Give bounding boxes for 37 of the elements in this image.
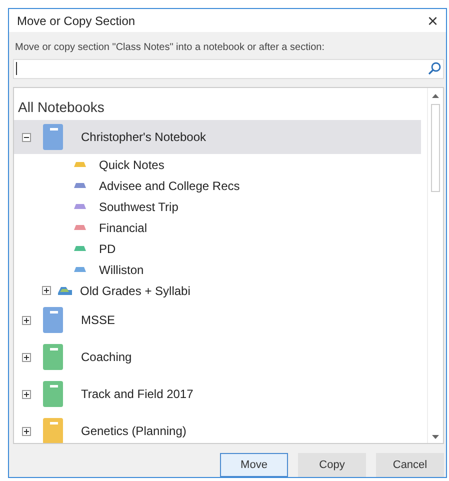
dialog-button[interactable]: Cancel [376,453,444,477]
scroll-down-icon[interactable] [432,435,439,439]
notebook-icon [43,307,63,333]
dialog-button[interactable]: Move [220,453,288,477]
search-icon [428,62,441,75]
notebook-item[interactable]: MSSE [14,303,421,337]
notebook-icon [43,381,63,407]
expand-icon[interactable] [22,426,31,436]
section-item[interactable]: Financial [14,217,421,238]
close-button[interactable]: × [419,10,446,30]
section-group-item[interactable]: Old Grades + Syllabi [14,280,421,301]
text-cursor [16,62,17,75]
section-group-icon [58,286,72,295]
window-title: Move or Copy Section [17,14,136,28]
notebook-item[interactable]: Genetics (Planning) [14,414,421,443]
expand-icon[interactable] [22,316,31,324]
notebook-item[interactable]: Christopher's Notebook [14,120,421,154]
expand-icon[interactable] [22,352,31,362]
section-item[interactable]: PD [14,238,421,259]
dialog-button[interactable]: Copy [298,453,366,477]
instruction-text: Move or copy section "Class Notes" into a notebook or after a section: [15,42,326,53]
search-field[interactable] [13,59,444,79]
section-item[interactable]: Quick Notes [14,154,421,175]
list-heading: All Notebooks [18,99,106,117]
section-item[interactable]: Advisee and College Recs [14,175,421,196]
notebook-icon [43,344,63,370]
notebook-item[interactable]: Track and Field 2017 [14,377,421,411]
section-item[interactable]: Williston [14,259,421,280]
scrollbar[interactable] [427,88,443,443]
scroll-up-icon[interactable] [432,94,439,98]
notebook-item[interactable]: Coaching [14,340,421,374]
expand-icon[interactable] [42,286,51,295]
section-item[interactable]: Southwest Trip [14,196,421,217]
expand-icon[interactable] [22,390,31,398]
scrollbar-thumb[interactable] [431,104,440,192]
collapse-icon[interactable] [22,132,31,142]
notebook-icon [43,124,63,150]
